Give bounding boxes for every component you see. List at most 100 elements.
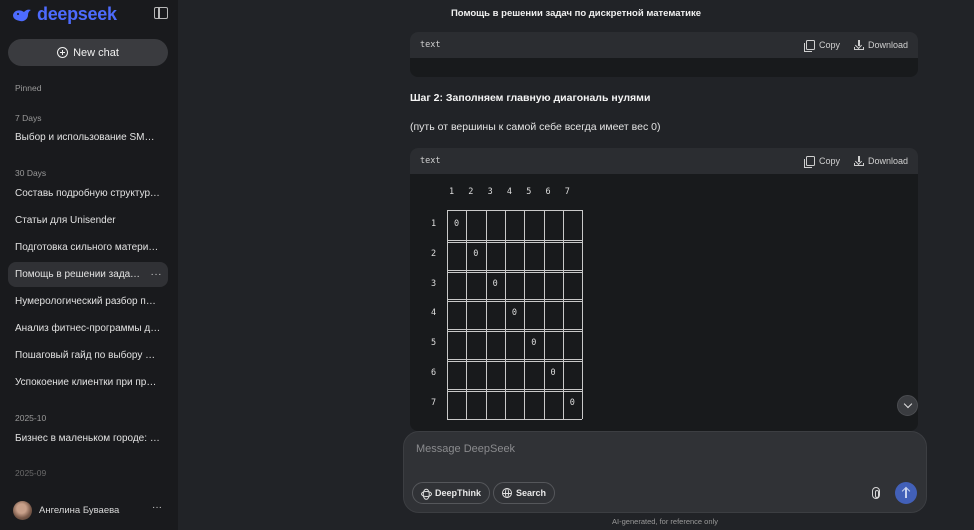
matrix-column-header: 6	[545, 187, 551, 197]
matrix-cell-value: 0	[569, 397, 575, 408]
matrix-row-header: 4	[431, 308, 437, 319]
matrix-grid-line	[582, 210, 584, 419]
new-chat-label: New chat	[73, 46, 119, 59]
attach-icon[interactable]	[872, 487, 880, 499]
chat-item[interactable]: Пошаговый гайд по выбору фреймворка	[8, 343, 168, 368]
matrix-row-header: 3	[431, 278, 437, 289]
code-actions: Copy Download	[803, 40, 908, 52]
chat-more-icon[interactable]: ···	[151, 262, 163, 287]
deepseek-logo[interactable]: deepseek	[12, 4, 117, 25]
download-icon	[853, 40, 864, 50]
copy-icon	[803, 40, 815, 52]
user-profile[interactable]: Ангелина Буваева ···	[13, 499, 168, 521]
scroll-down-icon[interactable]	[897, 395, 918, 416]
code-block-matrix: text Copy Download 1 2 3 4 5 6 7 1 2 3 4 5 6 7 0 0 0 0 0 0 0	[410, 148, 918, 431]
matrix-row-header: 7	[431, 397, 437, 408]
chat-item[interactable]: Подготовка сильного материала	[8, 235, 168, 260]
chat-item[interactable]: Выбор и использование SMART-целей	[8, 125, 168, 150]
page-title: Помощь в решении задач по дискретной мат…	[450, 8, 702, 19]
message-input[interactable]	[416, 443, 896, 455]
matrix-grid-line	[447, 269, 583, 271]
user-name: Ангелина Буваева	[39, 504, 120, 516]
plus-circle-icon	[57, 47, 69, 58]
matrix-cell-value: 0	[511, 308, 518, 319]
matrix-row-header: 5	[431, 338, 437, 349]
download-label: Download	[867, 156, 908, 166]
matrix-grid-line	[447, 329, 583, 331]
matrix-cell-value: 0	[550, 368, 556, 378]
chat-item[interactable]: Анализ фитнес-программы для клиента	[8, 316, 168, 341]
matrix-grid-line	[447, 390, 583, 392]
section-7-days: 7 Days	[15, 113, 42, 123]
collapse-sidebar-icon[interactable]	[154, 7, 168, 19]
logo-text: deepseek	[37, 4, 117, 24]
step-text: (путь от вершины к самой себе всегда име…	[410, 121, 661, 133]
matrix-grid-line	[447, 239, 583, 241]
matrix-grid-line	[447, 418, 583, 420]
section-2025-10: 2025-10	[15, 413, 47, 423]
matrix-column-header: 7	[564, 187, 570, 197]
code-actions: Copy Download	[803, 156, 908, 168]
deepthink-icon	[421, 488, 432, 498]
section-2025-09: 2025-09	[15, 468, 47, 478]
matrix-grid-line	[447, 241, 583, 243]
matrix-column-header: 1	[449, 187, 455, 197]
copy-button[interactable]: Copy	[803, 156, 840, 168]
matrix-grid-line	[447, 271, 583, 273]
download-label: Download	[867, 40, 908, 50]
code-block: text Copy Download	[410, 32, 918, 77]
matrix-grid-line	[447, 388, 583, 390]
distance-matrix: 1 2 3 4 5 6 7 1 2 3 4 5 6 7 0 0 0 0 0 0 0	[410, 174, 918, 431]
code-block-header: text Copy Download	[410, 148, 918, 174]
chat-item[interactable]: Бизнес в маленьком городе: возможности	[8, 426, 168, 451]
chat-item-active[interactable]: Помощь в решении задач по дискретной мат…	[8, 262, 168, 287]
download-icon	[853, 156, 864, 166]
matrix-row-header: 6	[431, 368, 437, 378]
matrix-cell-value: 0	[531, 338, 537, 349]
matrix-grid-line	[447, 301, 583, 303]
download-button[interactable]: Download	[853, 40, 908, 50]
copy-label: Copy	[818, 40, 840, 50]
matrix-grid-line	[447, 359, 583, 360]
search-button[interactable]: Search	[493, 482, 556, 504]
code-language: text	[420, 40, 441, 50]
matrix-grid-line	[447, 361, 583, 362]
matrix-column-header: 4	[506, 187, 513, 197]
matrix-grid-line	[447, 299, 583, 301]
code-block-header: text Copy Download	[410, 32, 918, 58]
chat-item[interactable]: Нумерологический разбор по дате	[8, 289, 168, 314]
matrix-column-header: 2	[468, 187, 474, 197]
chat-item[interactable]: Составь подробную структуру статьи	[8, 181, 168, 206]
copy-icon	[803, 156, 815, 168]
message-composer: DeepThink Search	[403, 431, 927, 513]
matrix-cell-value: 0	[454, 219, 460, 229]
deepthink-button[interactable]: DeepThink	[412, 482, 491, 504]
matrix-grid-line	[447, 210, 583, 211]
new-chat-button[interactable]: New chat	[8, 39, 168, 66]
deepthink-label: DeepThink	[435, 488, 482, 498]
matrix-grid-line	[447, 331, 583, 333]
download-button[interactable]: Download	[853, 156, 908, 166]
code-language: text	[420, 156, 441, 166]
globe-icon	[502, 488, 512, 498]
matrix-column-header: 5	[526, 187, 532, 197]
matrix-column-header: 3	[487, 187, 493, 197]
matrix-cell-value: 0	[492, 278, 498, 289]
matrix-cell-value: 0	[473, 248, 479, 259]
avatar	[13, 500, 32, 520]
copy-button[interactable]: Copy	[803, 40, 840, 52]
section-pinned: Pinned	[15, 83, 42, 93]
whale-logo-icon	[13, 9, 31, 21]
chat-item[interactable]: Успокоение клиентки при просрочке	[8, 370, 168, 395]
section-30-days: 30 Days	[15, 168, 47, 178]
matrix-row-header: 2	[431, 248, 437, 259]
copy-label: Copy	[818, 156, 840, 166]
matrix-row-header: 1	[431, 219, 437, 229]
ai-disclaimer: AI-generated, for reference only	[612, 517, 718, 526]
chat-item[interactable]: Статьи для Unisender	[8, 208, 168, 233]
sidebar: deepseek New chat Pinned 7 Days Выбор и …	[0, 0, 178, 530]
user-more-icon[interactable]: ···	[152, 502, 162, 513]
step-heading: Шаг 2: Заполняем главную диагональ нулям…	[410, 92, 651, 104]
send-button[interactable]	[895, 482, 917, 504]
search-label: Search	[516, 488, 547, 498]
